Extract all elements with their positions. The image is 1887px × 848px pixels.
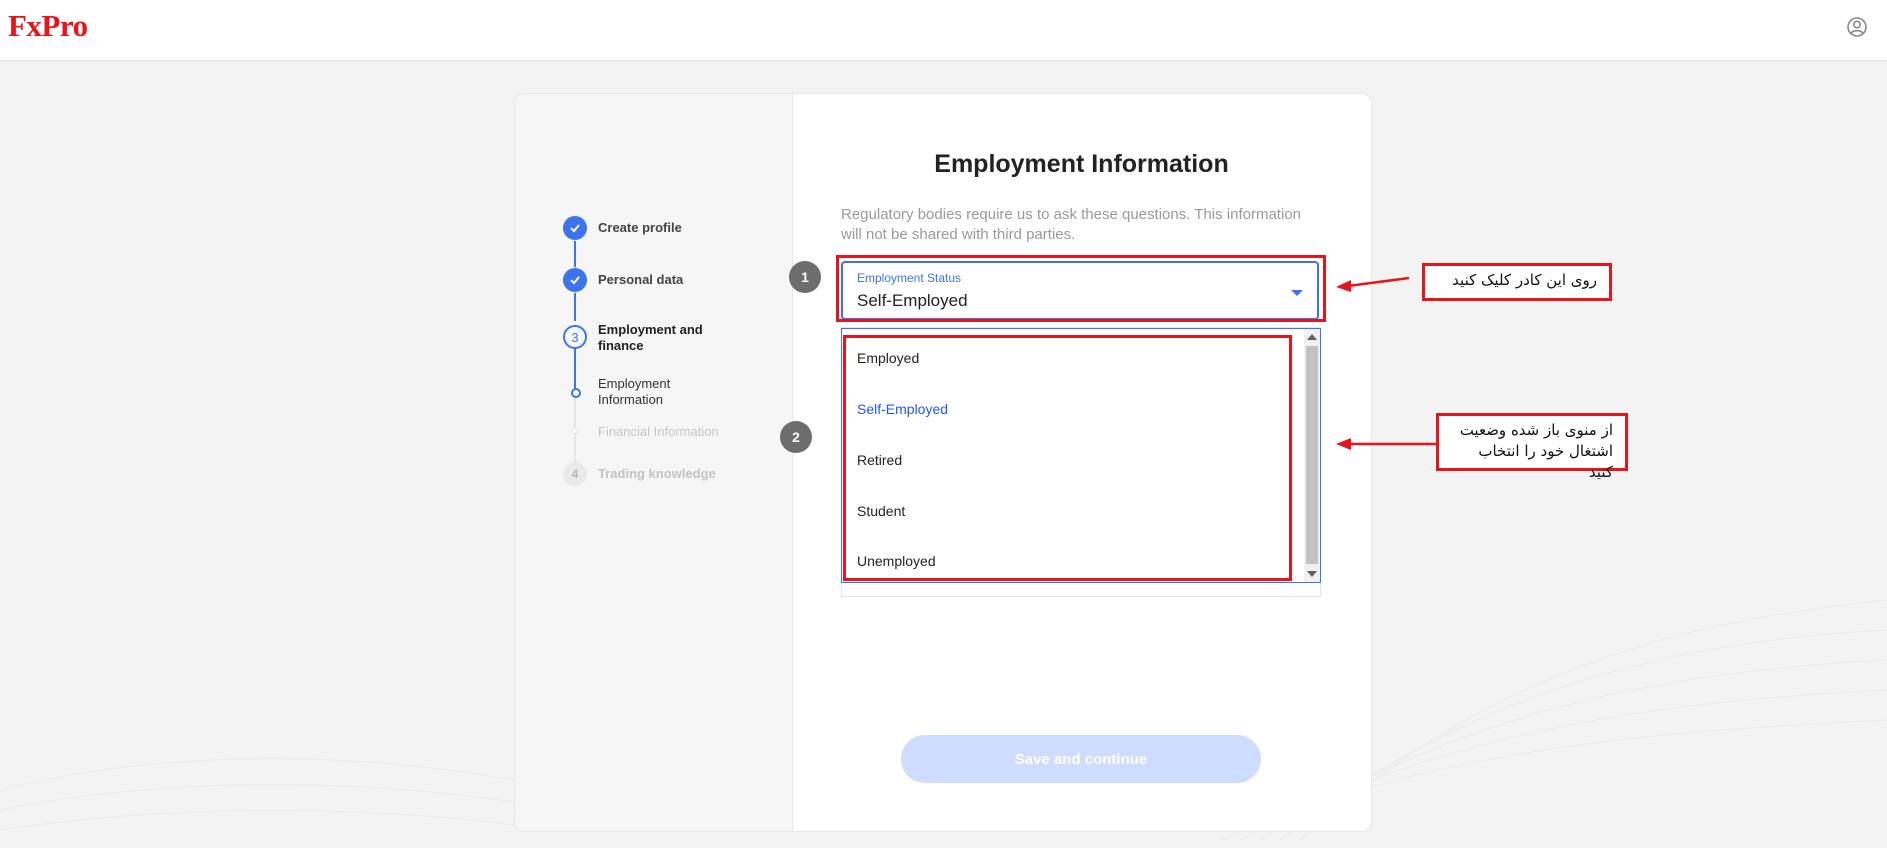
stepper-line: [574, 293, 576, 321]
scroll-down-icon[interactable]: [1307, 571, 1317, 577]
progress-stepper: Create profile Personal data 3 Employmen…: [515, 94, 793, 831]
step-label: Trading knowledge: [598, 466, 716, 481]
substep-employment-information: Employment Information: [598, 376, 671, 407]
instruction-callout-2: از منوی باز شده وضعیت اشتغال خود را انتخ…: [1436, 413, 1628, 481]
substep-dot-future: [572, 428, 578, 434]
user-circle-icon[interactable]: [1846, 16, 1868, 38]
callout-text-line-2: اشتغال خود را انتخاب کنید: [1478, 442, 1613, 481]
step-label: Employment and finance: [598, 322, 703, 353]
step-number: 3: [563, 325, 587, 349]
intro-text: Regulatory bodies require us to ask thes…: [841, 206, 1301, 243]
dropdown-scrollbar[interactable]: [1304, 329, 1320, 582]
annotation-badge-1: 1: [789, 261, 821, 293]
check-icon: [563, 216, 587, 240]
substep-dot-active: [571, 388, 581, 398]
callout-text-line-1: از منوی باز شده وضعیت: [1459, 421, 1613, 439]
fxpro-logo[interactable]: FxPro: [8, 8, 88, 44]
arrow-left-icon: [1336, 276, 1410, 292]
scroll-thumb[interactable]: [1306, 346, 1318, 564]
annotation-badge-2: 2: [780, 421, 812, 453]
stepper-line: [574, 241, 576, 267]
arrow-left-icon: [1336, 438, 1436, 450]
substep-financial-information: Financial Information: [598, 424, 719, 439]
top-bar: FxPro: [0, 0, 1887, 61]
callout-text: روی این کادر کلیک کنید: [1452, 271, 1597, 289]
highlight-select-box: [836, 255, 1326, 322]
instruction-callout-1: روی این کادر کلیک کنید: [1422, 263, 1612, 301]
page-title: Employment Information: [934, 150, 1229, 178]
highlight-options-box: [843, 335, 1292, 581]
save-and-continue-button[interactable]: Save and continue: [901, 735, 1261, 783]
step-label: Personal data: [598, 272, 684, 287]
scroll-up-icon[interactable]: [1307, 334, 1317, 340]
step-number: 4: [563, 462, 587, 486]
step-label: Create profile: [598, 220, 682, 235]
check-icon: [563, 268, 587, 292]
